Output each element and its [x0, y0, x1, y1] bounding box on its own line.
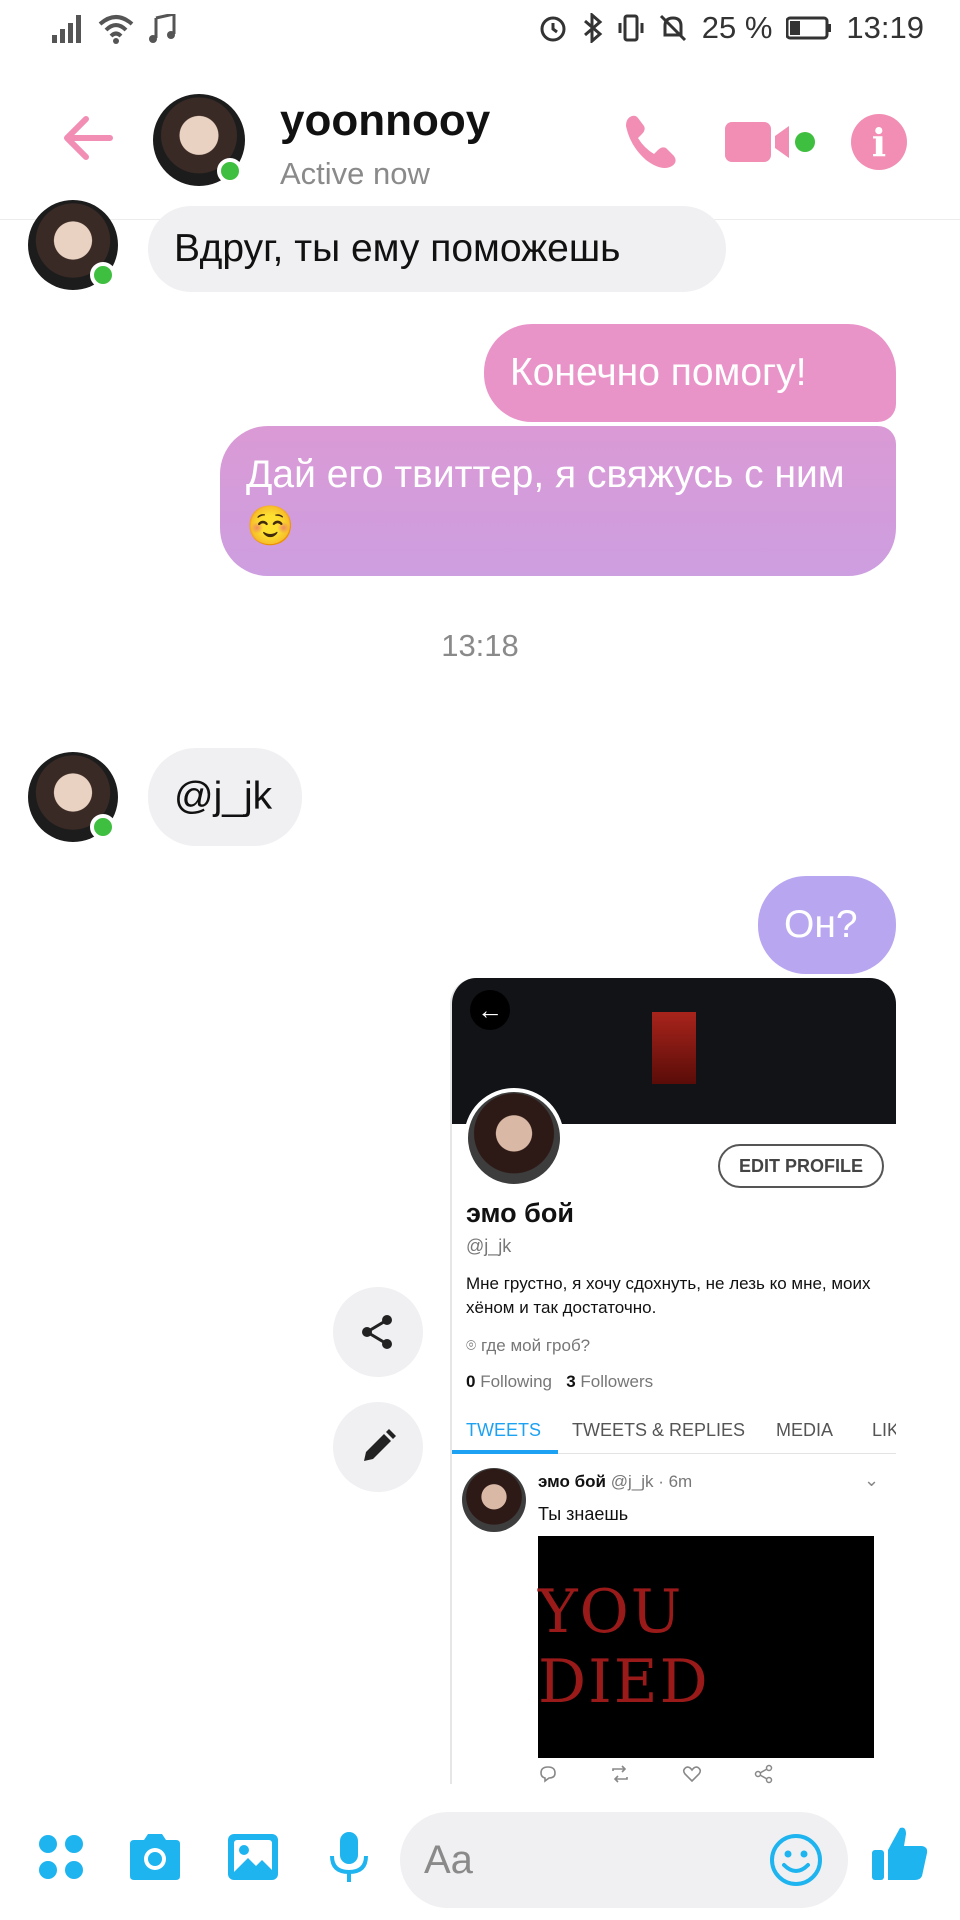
wifi-icon	[98, 15, 134, 44]
chat-header: yoonnooy Active now i	[0, 64, 960, 220]
profile-tabs: TWEETS TWEETS & REPLIES MEDIA LIK	[452, 1406, 896, 1454]
message-outgoing[interactable]: Дай его твиттер, я свяжусь с ним ☺️	[220, 426, 896, 576]
contact-name[interactable]: yoonnooy	[280, 96, 490, 146]
more-apps-icon[interactable]	[32, 1828, 90, 1886]
tab-media: MEDIA	[776, 1420, 834, 1440]
tweet-avatar	[462, 1468, 526, 1532]
message-incoming[interactable]: Вдруг, ты ему поможешь	[148, 206, 726, 292]
edit-button[interactable]	[333, 1402, 423, 1492]
following-label: Following	[480, 1372, 553, 1391]
profile-location: ⌾ где мой гроб?	[466, 1336, 590, 1356]
pencil-icon	[364, 1429, 396, 1461]
skeleton-image	[652, 1012, 696, 1084]
vibrate-icon	[618, 14, 644, 42]
emoji-icon[interactable]	[768, 1832, 824, 1888]
thumbs-up-icon[interactable]	[868, 1822, 932, 1886]
status-time: 13:19	[846, 10, 924, 45]
share-icon	[362, 1315, 392, 1349]
tweet-meta: @j_jk · 6m	[610, 1472, 693, 1491]
signal-icon	[52, 15, 81, 43]
message-composer: Aa	[0, 1792, 960, 1920]
location-pin-icon: ⌾	[466, 1336, 481, 1355]
camera-icon[interactable]	[126, 1828, 184, 1886]
tweet-header: эмо бой @j_jk · 6m	[538, 1472, 692, 1492]
active-indicator	[90, 814, 116, 840]
bluetooth-icon	[583, 13, 603, 43]
message-outgoing[interactable]: Он?	[758, 876, 896, 974]
tab-tweets: TWEETS	[466, 1420, 541, 1440]
alarm-icon	[540, 16, 566, 42]
profile-handle: @j_jk	[466, 1236, 512, 1256]
profile-name: эмо бой	[466, 1198, 574, 1228]
edit-profile-button: EDIT PROFILE	[718, 1144, 884, 1188]
active-indicator	[217, 158, 243, 184]
tab-tweets-replies: TWEETS & REPLIES	[572, 1420, 746, 1440]
active-tab-underline	[452, 1450, 558, 1454]
battery-icon	[786, 16, 832, 40]
followers-label: Followers	[580, 1372, 654, 1391]
tab-likes: LIK	[872, 1420, 896, 1440]
tweet-text: Ты знаешь	[538, 1504, 629, 1524]
microphone-icon[interactable]	[320, 1828, 378, 1886]
profile-avatar	[464, 1088, 564, 1188]
message-input-placeholder: Aa	[424, 1838, 473, 1882]
shared-image-message[interactable]: ← EDIT PROFILE эмо бой @j_jk Мне грустно…	[450, 978, 896, 1784]
profile-follow-counts: 0 Following 3 Followers	[466, 1372, 653, 1392]
video-call-icon[interactable]	[725, 116, 821, 168]
chevron-down-icon: ⌄	[864, 1470, 880, 1490]
message-incoming[interactable]: @j_jk	[148, 748, 302, 846]
back-arrow-icon[interactable]	[58, 108, 118, 168]
music-note-icon	[149, 14, 176, 43]
retweet-icon	[612, 1765, 628, 1783]
tweet-actions	[538, 1764, 874, 1784]
location-text: где мой гроб?	[480, 1336, 591, 1355]
share-icon	[754, 1764, 773, 1784]
phone-call-icon[interactable]	[618, 110, 682, 174]
message-timestamp: 13:18	[441, 628, 519, 663]
back-arrow-icon: ←	[470, 990, 510, 1030]
following-count: 0	[466, 1372, 476, 1391]
silent-icon	[659, 14, 686, 42]
battery-percent: 25 %	[701, 10, 773, 45]
active-indicator	[90, 262, 116, 288]
contact-status: Active now	[280, 156, 430, 191]
profile-bio: Мне грустно, я хочу сдохнуть, не лезь ко…	[466, 1274, 871, 1317]
reply-icon	[540, 1766, 556, 1783]
followers-count: 3	[566, 1372, 576, 1391]
share-button[interactable]	[333, 1287, 423, 1377]
gallery-icon[interactable]	[224, 1828, 282, 1886]
tweet-media-text: YOU DIED	[538, 1577, 710, 1717]
message-outgoing[interactable]: Конечно помогу!	[484, 324, 896, 422]
tweet-media: YOU DIED	[538, 1536, 874, 1758]
like-icon	[682, 1766, 702, 1783]
tweet-author: эмо бой	[538, 1472, 606, 1491]
message-input[interactable]: Aa	[400, 1812, 848, 1908]
status-bar: 25 % 13:19	[0, 0, 960, 64]
info-icon[interactable]: i	[851, 114, 907, 170]
